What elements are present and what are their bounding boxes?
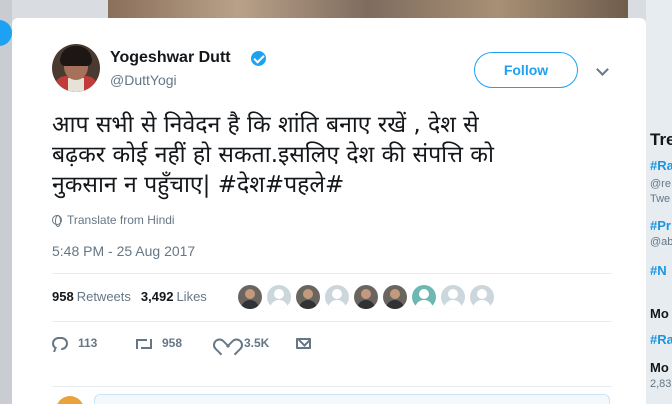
tweet-text-line: नुकसान न पहुँचाए| #देश#पहले# [52,172,345,198]
retweets-label[interactable]: Retweets [77,289,131,304]
tweet-text: आप सभी से निवेदन है कि शांति बनाए रखें ,… [52,110,624,200]
tweet-stats: 958 Retweets 3,492 Likes [52,289,207,304]
liker-avatar[interactable] [412,285,436,309]
translate-link[interactable]: Translate from Hindi [52,213,175,227]
globe-icon [52,215,62,227]
trend-item-sub: @re [650,178,671,190]
chevron-down-icon[interactable] [596,63,609,76]
author-handle[interactable]: @DuttYogi [110,72,177,88]
liker-avatar[interactable] [470,285,494,309]
trend-item-sub: 2,83 [650,378,672,390]
trends-heading: Tre [650,130,672,149]
trend-item-sub: @ab [650,236,672,248]
liker-avatar[interactable] [354,285,378,309]
liker-avatar[interactable] [238,285,262,309]
likes-count[interactable]: 3,492 [141,289,174,304]
tweet-text-line: आप सभी से निवेदन है कि शांति बनाए रखें ,… [52,112,479,138]
trend-item[interactable]: #Ra [650,158,672,173]
direct-message-button[interactable] [296,337,311,349]
avatar[interactable] [52,44,100,92]
tweet-timestamp[interactable]: 5:48 PM - 25 Aug 2017 [52,243,195,259]
background-left-column [0,0,12,404]
reply-button[interactable]: 113 [52,336,134,350]
divider [52,321,612,322]
trend-item[interactable]: Mo [650,306,669,321]
reply-input[interactable] [94,394,610,404]
tweet-actions: 113 958 3.5K [52,336,311,350]
tweet-text-line: बढ़कर कोई नहीं हो सकता.इसलिए देश की संपत… [52,142,494,168]
author-name[interactable]: Yogeshwar Dutt [110,49,231,67]
divider [52,386,612,387]
retweet-button[interactable]: 958 [134,336,218,350]
liker-avatar[interactable] [267,285,291,309]
trend-item-sub: Twe [650,193,671,205]
liker-avatar[interactable] [383,285,407,309]
liker-avatar[interactable] [296,285,320,309]
reply-count: 113 [78,336,98,350]
tweet-modal: Yogeshwar Dutt @DuttYogi Follow आप सभी स… [12,18,646,404]
like-button[interactable]: 3.5K [218,336,296,350]
liker-avatar[interactable] [441,285,465,309]
mail-icon [296,337,311,349]
trend-item[interactable]: #N [650,263,667,278]
heart-icon [218,336,234,350]
trend-item[interactable]: #Ra [650,332,672,347]
divider [52,273,612,274]
trend-item[interactable]: Mo [650,360,669,375]
like-count: 3.5K [244,336,270,350]
background-trends-panel: Tre #Ra @re Twe #Pr @ab #N Mo #Ra Mo 2,8… [646,0,672,404]
retweets-count[interactable]: 958 [52,289,74,304]
verified-icon [251,51,266,66]
liker-avatar[interactable] [325,285,349,309]
background-header-photo [108,0,628,18]
likes-label[interactable]: Likes [176,289,206,304]
liker-avatars [238,285,494,309]
translate-label: Translate from Hindi [67,213,175,227]
reply-icon [52,336,68,350]
follow-button[interactable]: Follow [474,52,578,88]
retweet-icon [134,337,152,349]
retweet-count: 958 [162,336,183,350]
trend-item[interactable]: #Pr [650,218,671,233]
